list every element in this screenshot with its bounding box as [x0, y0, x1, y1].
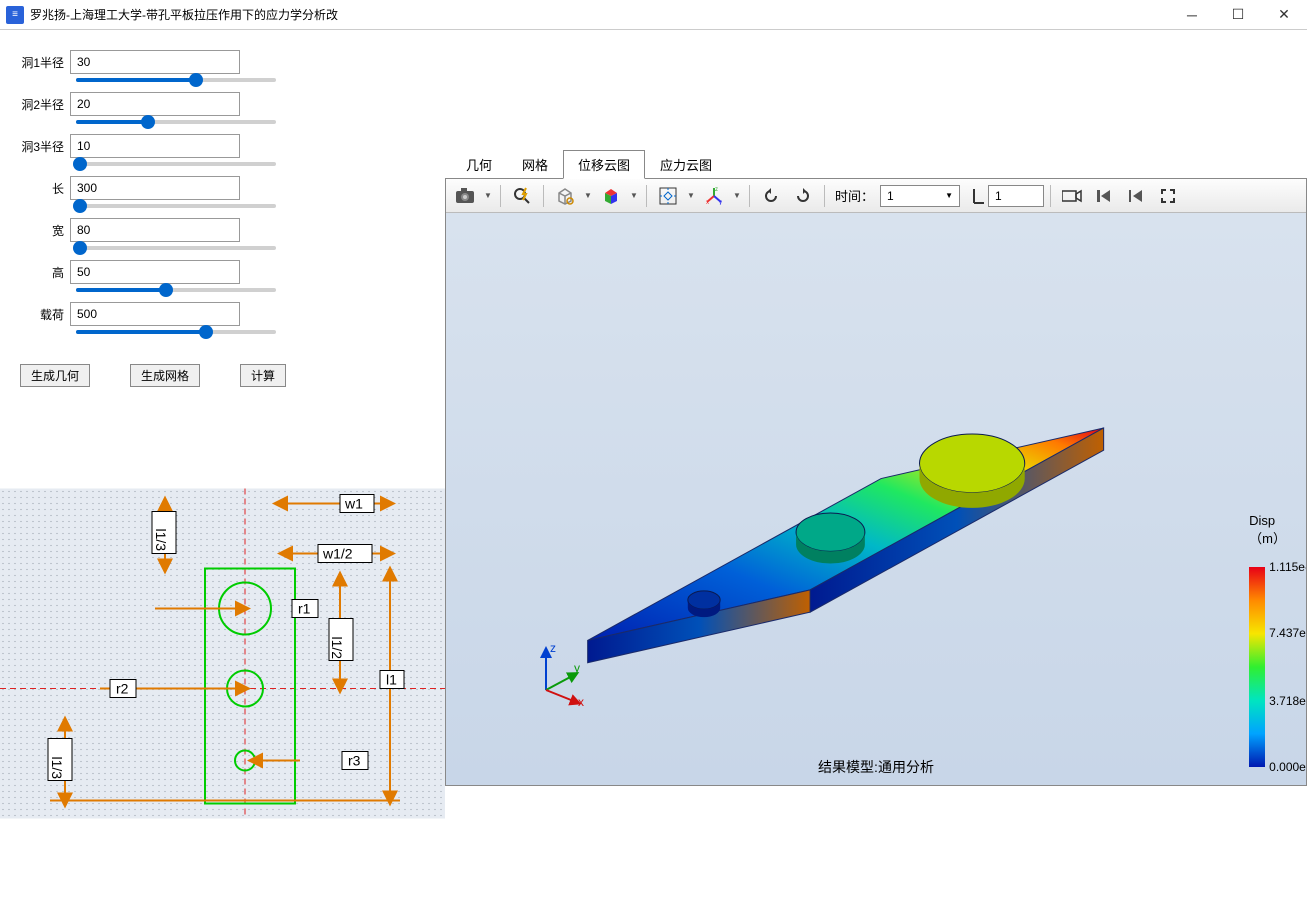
zoom-lightning-icon[interactable] — [507, 183, 537, 209]
cube-colored-dropdown-icon[interactable]: ▼ — [628, 191, 640, 200]
viewer-toolbar: ▼ ▼ ▼ ▼ z x y ▼ 时间： 1▼ — [446, 179, 1306, 213]
dim-r3: r3 — [348, 753, 361, 769]
time-dropdown[interactable]: 1▼ — [880, 185, 960, 207]
video-icon[interactable] — [1057, 183, 1087, 209]
param-slider-r3[interactable] — [76, 162, 276, 166]
legend-tick-3: 0.000e+00 — [1269, 760, 1306, 774]
skip-start-icon[interactable] — [1089, 183, 1119, 209]
param-input-height[interactable] — [70, 260, 240, 284]
param-slider-width[interactable] — [76, 246, 276, 250]
minimize-button[interactable]: ─ — [1169, 0, 1215, 30]
dim-w1: w1 — [344, 496, 363, 512]
param-label-r3: 洞3半径 — [10, 138, 70, 155]
maximize-button[interactable]: ☐ — [1215, 0, 1261, 30]
camera-icon[interactable] — [450, 183, 480, 209]
svg-text:y: y — [719, 200, 722, 205]
close-button[interactable]: ✕ — [1261, 0, 1307, 30]
dim-r2: r2 — [116, 681, 129, 697]
legend-title1: Disp — [1249, 513, 1275, 528]
param-slider-length[interactable] — [76, 204, 276, 208]
svg-text:z: z — [715, 187, 718, 193]
sketch-view[interactable]: w1 w1/2 l1 l1/2 l1/3 l1/3 r1 r2 r3 — [0, 397, 445, 910]
param-input-r2[interactable] — [70, 92, 240, 116]
time-input[interactable] — [988, 185, 1044, 207]
dim-l1-2: l1/2 — [329, 637, 345, 660]
svg-text:x: x — [578, 695, 584, 709]
legend-title2: （m） — [1249, 531, 1286, 546]
legend-tick-1: 7.437e-06 — [1269, 626, 1306, 640]
svg-text:y: y — [574, 661, 580, 675]
param-slider-load[interactable] — [76, 330, 276, 334]
dim-l1-3b: l1/3 — [49, 757, 65, 780]
param-input-load[interactable] — [70, 302, 240, 326]
param-input-r3[interactable] — [70, 134, 240, 158]
legend-tick-2: 3.718e-06 — [1269, 694, 1306, 708]
compute-button[interactable]: 计算 — [240, 364, 286, 387]
param-input-width[interactable] — [70, 218, 240, 242]
step-back-icon[interactable] — [1121, 183, 1151, 209]
dim-r1: r1 — [298, 601, 311, 617]
generate-geometry-button[interactable]: 生成几何 — [20, 364, 90, 387]
tab-displacement[interactable]: 位移云图 — [563, 150, 645, 179]
parameters-pane: 洞1半径 洞2半径 洞3半径 长 宽 高 载荷 — [0, 30, 445, 354]
dim-w1-2: w1/2 — [322, 546, 353, 562]
titlebar: ≡ 罗兆扬-上海理工大学-带孔平板拉压作用下的应力学分析改 ─ ☐ ✕ — [0, 0, 1307, 30]
param-slider-height[interactable] — [76, 288, 276, 292]
color-legend: Disp（m） 1.115e-05 7.437e-06 3.718e-06 0.… — [1249, 513, 1286, 767]
param-slider-r1[interactable] — [76, 78, 276, 82]
cube-colored-icon[interactable] — [596, 183, 626, 209]
expand-icon[interactable] — [1153, 183, 1183, 209]
dim-l1-3a: l1/3 — [153, 529, 169, 552]
axes-view-dropdown-icon[interactable]: ▼ — [731, 191, 743, 200]
viewer-tabs: 几何 网格 位移云图 应力云图 — [445, 150, 1307, 179]
app-icon: ≡ — [6, 6, 24, 24]
param-label-width: 宽 — [10, 222, 70, 239]
3d-viewer[interactable]: z y x Disp （m） 1.115e-05 7.437e-06 3.718e… — [446, 213, 1306, 785]
rotate-ccw-icon[interactable] — [756, 183, 786, 209]
param-label-height: 高 — [10, 264, 70, 281]
tab-geometry[interactable]: 几何 — [451, 150, 507, 179]
left-panel: 洞1半径 洞2半径 洞3半径 长 宽 高 载荷 生成几何 生成网格 计算 — [0, 30, 445, 910]
right-panel: 几何 网格 位移云图 应力云图 ▼ ▼ ▼ ▼ z x y ▼ — [445, 30, 1307, 910]
rotate-cw-icon[interactable] — [788, 183, 818, 209]
angle-icon — [972, 185, 986, 207]
svg-text:z: z — [550, 641, 556, 655]
axes-view-icon[interactable]: z x y — [699, 183, 729, 209]
param-label-load: 载荷 — [10, 306, 70, 323]
legend-tick-0: 1.115e-05 — [1269, 560, 1306, 574]
param-slider-r2[interactable] — [76, 120, 276, 124]
svg-text:x: x — [706, 200, 709, 205]
window-title: 罗兆扬-上海理工大学-带孔平板拉压作用下的应力学分析改 — [30, 6, 1169, 23]
param-input-length[interactable] — [70, 176, 240, 200]
camera-dropdown-icon[interactable]: ▼ — [482, 191, 494, 200]
axis-triad: z y x — [526, 640, 596, 715]
fit-view-dropdown-icon[interactable]: ▼ — [685, 191, 697, 200]
param-label-r1: 洞1半径 — [10, 54, 70, 71]
param-label-length: 长 — [10, 180, 70, 197]
tab-mesh[interactable]: 网格 — [507, 150, 563, 179]
fit-view-icon[interactable] — [653, 183, 683, 209]
cube-outline-dropdown-icon[interactable]: ▼ — [582, 191, 594, 200]
generate-mesh-button[interactable]: 生成网格 — [130, 364, 200, 387]
dim-l1: l1 — [386, 672, 397, 688]
param-label-r2: 洞2半径 — [10, 96, 70, 113]
model-label: 结果模型:通用分析 — [818, 757, 934, 777]
tab-stress[interactable]: 应力云图 — [645, 150, 727, 179]
param-input-r1[interactable] — [70, 50, 240, 74]
time-label: 时间： — [831, 186, 878, 205]
cube-outline-icon[interactable] — [550, 183, 580, 209]
